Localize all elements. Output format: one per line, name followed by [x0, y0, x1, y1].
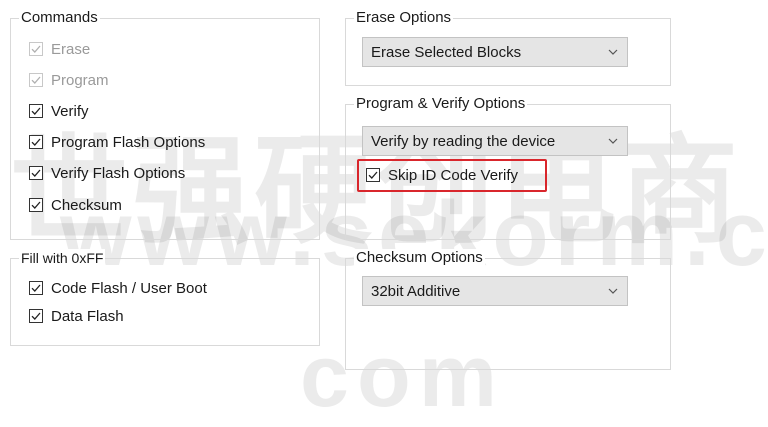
checksum-options-legend: Checksum Options: [354, 249, 485, 267]
program-checkbox[interactable]: Program: [29, 69, 109, 91]
erase-options-value: Erase Selected Blocks: [371, 43, 522, 61]
chevron-down-icon: [608, 49, 618, 55]
checkbox-check-icon: [29, 166, 43, 180]
erase-options-legend: Erase Options: [354, 9, 454, 27]
verify-method-value: Verify by reading the device: [371, 132, 556, 150]
verify-label: Verify: [51, 102, 89, 120]
fill-group: Fill with 0xFF Code Flash / User Boot Da…: [10, 249, 320, 346]
program-verify-options-legend: Program & Verify Options: [354, 95, 528, 113]
commands-group: Commands Erase Program Verify Program Fl…: [10, 9, 320, 240]
checksum-label: Checksum: [51, 196, 122, 214]
code-flash-checkbox[interactable]: Code Flash / User Boot: [29, 277, 207, 299]
data-flash-checkbox[interactable]: Data Flash: [29, 305, 124, 327]
chevron-down-icon: [608, 138, 618, 144]
verify-flash-options-checkbox[interactable]: Verify Flash Options: [29, 162, 185, 184]
code-flash-label: Code Flash / User Boot: [51, 279, 207, 297]
erase-options-group: Erase Options Erase Selected Blocks: [345, 9, 671, 86]
checkbox-check-icon: [29, 309, 43, 323]
commands-legend: Commands: [19, 9, 100, 27]
checksum-options-group: Checksum Options 32bit Additive: [345, 249, 671, 370]
data-flash-label: Data Flash: [51, 307, 124, 325]
erase-label: Erase: [51, 40, 91, 58]
erase-options-select[interactable]: Erase Selected Blocks: [362, 37, 628, 67]
verify-method-select[interactable]: Verify by reading the device: [362, 126, 628, 156]
checksum-options-select[interactable]: 32bit Additive: [362, 276, 628, 306]
chevron-down-icon: [608, 288, 618, 294]
fill-legend: Fill with 0xFF: [19, 249, 106, 267]
checkbox-check-icon: [29, 198, 43, 212]
skip-id-code-verify-label: Skip ID Code Verify: [388, 166, 519, 184]
program-flash-options-checkbox[interactable]: Program Flash Options: [29, 131, 205, 153]
checkbox-check-icon: [29, 104, 43, 118]
program-verify-options-group: Program & Verify Options Verify by readi…: [345, 95, 671, 240]
checkbox-check-icon: [29, 73, 43, 87]
checksum-options-value: 32bit Additive: [371, 282, 461, 300]
program-label: Program: [51, 71, 109, 89]
verify-flash-options-label: Verify Flash Options: [51, 164, 186, 182]
checkbox-check-icon: [29, 135, 43, 149]
checksum-checkbox[interactable]: Checksum: [29, 194, 122, 216]
verify-checkbox[interactable]: Verify: [29, 100, 89, 122]
checkbox-check-icon: [29, 281, 43, 295]
checkbox-check-icon: [366, 168, 380, 182]
erase-checkbox[interactable]: Erase: [29, 38, 90, 60]
skip-id-code-verify-checkbox[interactable]: Skip ID Code Verify: [366, 164, 518, 186]
program-flash-options-label: Program Flash Options: [51, 133, 206, 151]
checkbox-check-icon: [29, 42, 43, 56]
